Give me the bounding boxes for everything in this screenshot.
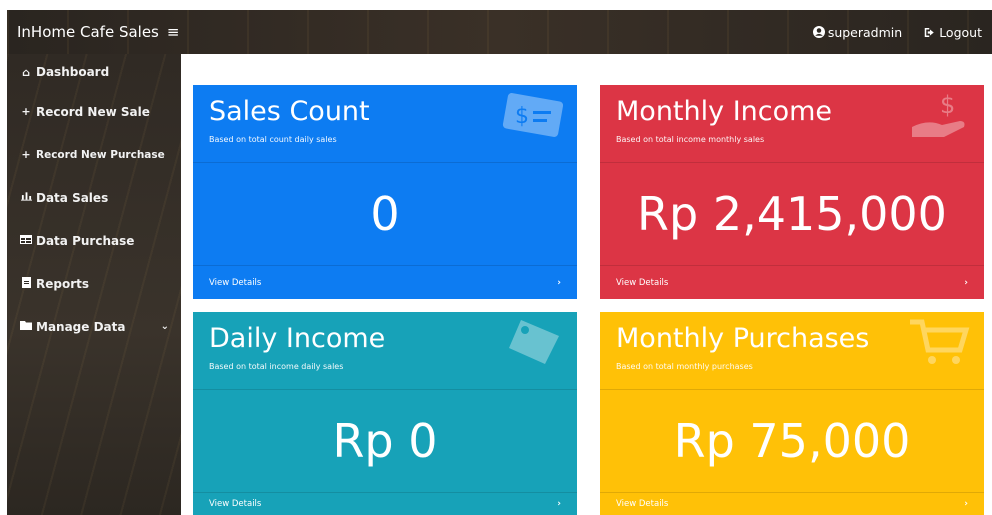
chevron-right-icon: › — [964, 277, 968, 288]
card-value: 0 — [193, 162, 577, 266]
logout-icon — [924, 27, 934, 37]
sidebar-item-data-purchase[interactable]: Data Purchase — [7, 219, 181, 262]
brand[interactable]: InHome Cafe Sales ≡ — [17, 23, 179, 41]
chevron-right-icon: › — [964, 499, 968, 509]
card-value: Rp 2,415,000 — [600, 162, 984, 266]
chevron-right-icon: › — [557, 277, 561, 288]
sidebar-item-label: Manage Data — [36, 319, 126, 334]
monthly-purchases-card: Monthly Purchases Based on total monthly… — [600, 312, 984, 515]
daily-income-card: Daily Income Based on total income daily… — [193, 312, 577, 515]
sidebar-item-label: Dashboard — [36, 65, 110, 79]
dashboard-content: Sales Count Based on total count daily s… — [181, 54, 992, 515]
card-value: Rp 0 — [193, 389, 577, 493]
folder-icon — [19, 320, 33, 333]
logout-label: Logout — [939, 24, 982, 40]
brand-title[interactable]: InHome Cafe Sales — [17, 23, 159, 41]
sidebar-item-label: Record New Purchase — [36, 148, 165, 161]
view-details-link[interactable]: View Details › — [193, 266, 577, 299]
top-navbar: InHome Cafe Sales ≡ superadmin Logout — [7, 10, 992, 54]
plus-icon: + — [21, 148, 31, 161]
sidebar-item-manage-data[interactable]: Manage Data ⌄ — [7, 305, 181, 348]
hamburger-icon[interactable]: ≡ — [167, 23, 180, 41]
sales-count-card: Sales Count Based on total count daily s… — [193, 85, 577, 299]
view-details-label: View Details — [209, 277, 262, 288]
sidebar-item-label: Data Sales — [36, 190, 109, 205]
view-details-label: View Details — [209, 499, 262, 509]
sidebar-item-label: Data Purchase — [36, 233, 135, 248]
sidebar-item-label: Record New Sale — [36, 104, 150, 119]
sidebar-item-dashboard[interactable]: ⌂ Dashboard — [7, 54, 181, 90]
sidebar-item-record-new-purchase[interactable]: + Record New Purchase — [7, 133, 181, 176]
view-details-label: View Details — [616, 277, 669, 288]
ticket-icon: $ — [502, 93, 563, 137]
sidebar-item-data-sales[interactable]: Data Sales — [7, 176, 181, 219]
table-icon — [19, 234, 33, 247]
user-menu[interactable]: superadmin — [812, 24, 903, 40]
monthly-income-card: Monthly Income Based on total income mon… — [600, 85, 984, 299]
sidebar-item-record-new-sale[interactable]: + Record New Sale — [7, 90, 181, 133]
svg-text:$: $ — [940, 91, 955, 119]
tag-icon — [509, 320, 559, 364]
view-details-link[interactable]: View Details › — [193, 493, 577, 515]
view-details-label: View Details — [616, 499, 669, 509]
user-name: superadmin — [827, 24, 903, 40]
user-icon — [812, 26, 825, 38]
chevron-right-icon: › — [557, 499, 561, 509]
sidebar-item-label: Reports — [36, 276, 90, 291]
plus-icon: + — [21, 105, 31, 118]
logout-button[interactable]: Logout — [924, 25, 982, 40]
sidebar-item-reports[interactable]: Reports — [7, 262, 181, 305]
file-icon — [19, 276, 33, 291]
cart-icon — [910, 319, 970, 364]
card-value: Rp 75,000 — [600, 389, 984, 493]
chart-icon — [19, 191, 33, 204]
hand-money-icon: $ — [912, 91, 965, 137]
chevron-down-icon[interactable]: ⌄ — [161, 321, 169, 332]
view-details-link[interactable]: View Details › — [600, 493, 984, 515]
svg-text:$: $ — [515, 104, 529, 129]
home-icon: ⌂ — [22, 65, 30, 79]
view-details-link[interactable]: View Details › — [600, 266, 984, 299]
sidebar: ⌂ Dashboard + Record New Sale + Record N… — [7, 54, 181, 515]
